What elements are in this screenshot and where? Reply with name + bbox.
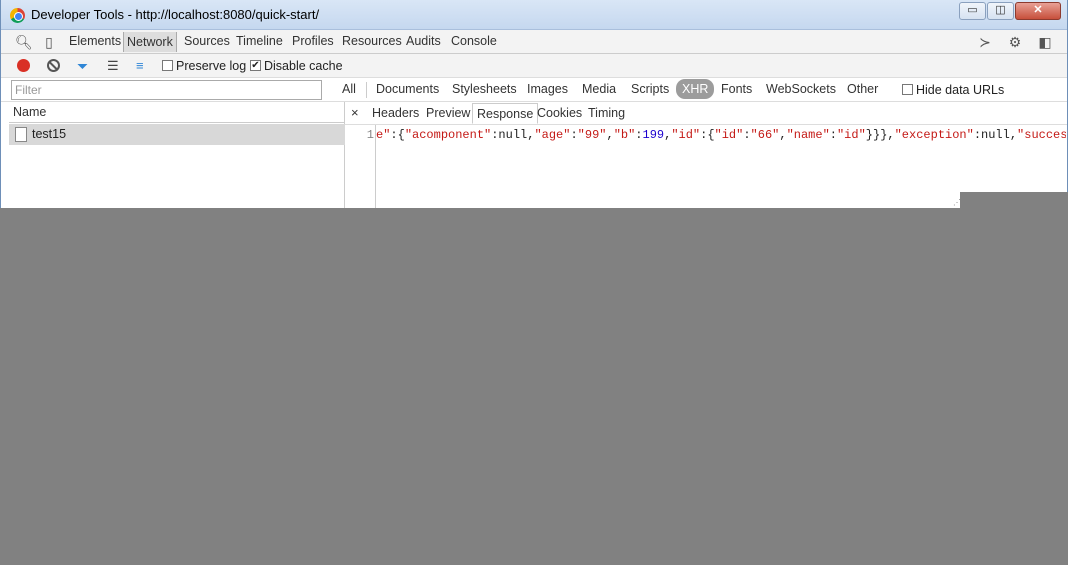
type-filter-fonts[interactable]: Fonts	[721, 82, 752, 96]
response-token: ,	[606, 128, 614, 142]
type-filter-scripts[interactable]: Scripts	[631, 82, 669, 96]
response-token: "id"	[836, 128, 866, 142]
response-token: "name"	[786, 128, 830, 142]
chrome-logo-icon	[10, 8, 25, 23]
hide-data-urls-checkbox[interactable]	[902, 84, 913, 95]
tab-divider	[345, 124, 1067, 125]
resize-grip-icon[interactable]: ⋰	[953, 198, 961, 207]
response-token: "b"	[613, 128, 636, 142]
response-token: "age"	[534, 128, 571, 142]
type-filter-xhr[interactable]: XHR	[676, 79, 715, 99]
type-filter-stylesheets[interactable]: Stylesheets	[452, 82, 517, 96]
type-filter-documents[interactable]: Documents	[376, 82, 439, 96]
panel-toolbar: 🔍︎ ▯ Elements Network Sources Timeline P…	[1, 30, 1067, 54]
tab-elements[interactable]: Elements	[69, 34, 121, 48]
preserve-log-label: Preserve log	[176, 59, 247, 73]
overview-waterfall-icon[interactable]: ≡	[136, 58, 144, 73]
minimize-button[interactable]: ▭	[959, 2, 986, 20]
response-token: "success"	[1017, 128, 1066, 142]
response-token: :{	[700, 128, 715, 142]
tab-sources[interactable]: Sources	[184, 34, 230, 48]
response-token: :null,	[491, 128, 535, 142]
response-token: "99"	[577, 128, 607, 142]
inspect-search-icon[interactable]: 🔍︎	[15, 34, 33, 50]
device-mode-icon[interactable]: ▯	[41, 34, 57, 50]
console-drawer-icon[interactable]: ≻	[977, 34, 993, 50]
tab-preview[interactable]: Preview	[426, 106, 470, 120]
line-gutter: 1	[345, 125, 376, 208]
response-token: "66"	[750, 128, 780, 142]
tab-profiles[interactable]: Profiles	[292, 34, 334, 48]
disable-cache-label: Disable cache	[264, 59, 343, 73]
tab-timeline[interactable]: Timeline	[236, 34, 283, 48]
title-bar: Developer Tools - http://localhost:8080/…	[1, 0, 1067, 30]
window-title: Developer Tools - http://localhost:8080/…	[31, 7, 320, 22]
request-list: Name test15	[9, 102, 345, 208]
large-rows-icon[interactable]: ☰	[107, 58, 119, 74]
preserve-log-checkbox[interactable]	[162, 60, 173, 71]
response-token: e"	[376, 128, 391, 142]
tab-audits[interactable]: Audits	[406, 34, 441, 48]
clear-icon[interactable]	[47, 59, 60, 72]
response-body[interactable]: e":{"acomponent":null,"age":"99","b":199…	[376, 128, 1066, 148]
network-toolbar: ⏷ ☰ ≡ Preserve log ✔ Disable cache	[1, 54, 1067, 78]
close-detail-icon[interactable]: ×	[351, 105, 359, 120]
tab-console[interactable]: Console	[451, 34, 497, 48]
maximize-button[interactable]: ◫	[987, 2, 1014, 20]
hide-data-urls-label: Hide data URLs	[916, 83, 1005, 97]
filter-separator	[366, 82, 367, 98]
request-name: test15	[32, 127, 67, 141]
type-filter-media[interactable]: Media	[582, 82, 616, 96]
filter-input[interactable]	[11, 80, 322, 100]
response-token: :	[829, 128, 837, 142]
settings-gear-icon[interactable]: ⚙	[1007, 34, 1023, 50]
type-filter-images[interactable]: Images	[527, 82, 568, 96]
response-token: "exception"	[894, 128, 974, 142]
response-token: }}},	[865, 128, 895, 142]
tab-cookies[interactable]: Cookies	[537, 106, 582, 120]
filter-bar: All Documents Stylesheets Images Media S…	[1, 78, 1067, 102]
response-token: "acomponent"	[404, 128, 492, 142]
response-token: :null,	[973, 128, 1018, 142]
response-token: "id"	[671, 128, 701, 142]
response-token: 199	[642, 128, 665, 142]
record-icon[interactable]	[17, 59, 30, 72]
table-row[interactable]: test15	[9, 124, 345, 145]
tab-resources[interactable]: Resources	[342, 34, 402, 48]
response-token: :	[635, 128, 643, 142]
disable-cache-checkbox[interactable]: ✔	[250, 60, 261, 71]
filter-funnel-icon[interactable]: ⏷	[77, 58, 88, 75]
tab-network[interactable]: Network	[123, 32, 177, 52]
close-window-button[interactable]: ✕	[1015, 2, 1061, 20]
backdrop-patch	[960, 192, 1068, 208]
response-token: :	[743, 128, 751, 142]
tab-response[interactable]: Response	[472, 103, 539, 124]
tab-headers[interactable]: Headers	[372, 106, 419, 120]
devtools-window: Developer Tools - http://localhost:8080/…	[0, 0, 1068, 208]
type-filter-websockets[interactable]: WebSockets	[766, 82, 836, 96]
response-token: :	[570, 128, 578, 142]
tab-timing[interactable]: Timing	[588, 106, 625, 120]
response-token: "id"	[714, 128, 744, 142]
line-number: 1	[366, 128, 374, 142]
type-filter-other[interactable]: Other	[847, 82, 878, 96]
dock-side-icon[interactable]: ◧	[1037, 34, 1053, 50]
response-token: :{	[390, 128, 405, 142]
file-icon	[15, 127, 27, 142]
response-token: ,	[779, 128, 787, 142]
type-filter-all[interactable]: All	[342, 82, 356, 96]
column-header-name[interactable]: Name	[9, 102, 345, 123]
